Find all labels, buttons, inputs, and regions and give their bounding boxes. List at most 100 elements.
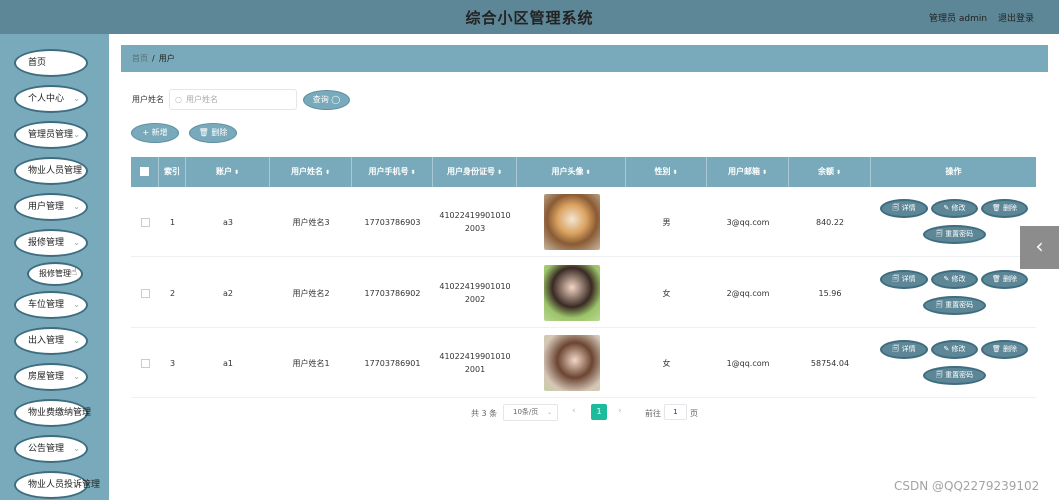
- sidebar-item-9[interactable]: 物业费缴纳管理: [14, 399, 92, 427]
- cell-name-text: 用户姓名2: [292, 288, 330, 298]
- search-icon: ○: [175, 95, 182, 104]
- sidebar-item-3[interactable]: 物业人员管理: [14, 157, 88, 185]
- sidebar-item-label: 车位管理: [28, 300, 65, 310]
- table-row: 3 a1 用户姓名1 17703786901 410224199010102001 女 1@…: [131, 328, 1036, 398]
- column-header-index: 索引: [159, 157, 186, 187]
- select-all-checkbox[interactable]: [140, 167, 149, 176]
- sidebar-item-6[interactable]: 车位管理 ⌄: [14, 291, 88, 319]
- edit-button[interactable]: ✎ 修改: [931, 270, 978, 289]
- delete-button[interactable]: 🗑 删除: [981, 340, 1028, 359]
- sidebar-item-2[interactable]: 管理员管理 ⌄: [14, 121, 88, 149]
- column-header-actions: 操作: [945, 167, 962, 176]
- sidebar-item-0[interactable]: 首页: [14, 49, 88, 77]
- cell-account-text: a2: [223, 288, 233, 298]
- detail-button[interactable]: 🗐 详情: [880, 270, 928, 289]
- detail-button[interactable]: 🗐 详情: [880, 340, 928, 359]
- cell-phone: 17703786903: [352, 187, 433, 257]
- cell-checkbox: [131, 328, 159, 398]
- column-header-idcard[interactable]: 用户身份证号 ⬍: [433, 157, 517, 187]
- cell-phone: 17703786901: [352, 328, 433, 398]
- sort-icon: ⬍: [835, 169, 842, 176]
- row-checkbox[interactable]: [140, 288, 150, 298]
- column-header-gender[interactable]: 性别 ⬍: [626, 157, 707, 187]
- sidebar-item-label: 出入管理: [28, 336, 65, 346]
- cell-gender: 女: [626, 258, 707, 328]
- current-user-label: 管理员 admin: [929, 14, 988, 24]
- side-collapse-tab[interactable]: ‹: [1020, 226, 1059, 269]
- page-size-select[interactable]: 10条/页 ⌄: [503, 404, 558, 421]
- sidebar-item-label: 物业人员管理: [28, 166, 83, 176]
- sidebar-item-7[interactable]: 出入管理 ⌄: [14, 327, 88, 355]
- column-header-balance[interactable]: 余额 ⬍: [789, 157, 871, 187]
- sidebar-item-11[interactable]: 物业人员投诉管理: [14, 471, 100, 499]
- cell-email: 3@qq.com: [707, 187, 789, 257]
- cell-email-text: 3@qq.com: [726, 217, 770, 227]
- sort-icon: ⬍: [410, 169, 416, 176]
- sort-icon: ⬍: [496, 169, 503, 176]
- edit-button[interactable]: ✎ 修改: [931, 199, 978, 218]
- cell-balance-text: 840.22: [816, 217, 844, 227]
- column-header-account[interactable]: 账户 ⬍: [186, 157, 270, 187]
- sidebar-item-4[interactable]: 用户管理 ⌄: [14, 193, 88, 221]
- shiba-dog-photo: [543, 194, 600, 250]
- sidebar-item-1[interactable]: 个人中心 ⌄: [14, 85, 88, 113]
- row-checkbox[interactable]: [140, 358, 150, 368]
- column-header-phone[interactable]: 用户手机号 ⬍: [352, 157, 433, 187]
- query-button[interactable]: 查询 ◯: [303, 90, 350, 110]
- cell-email: 2@qq.com: [707, 258, 789, 328]
- prev-page-button[interactable]: ‹: [572, 406, 576, 416]
- column-header-avatar[interactable]: 用户头像 ⬍: [517, 157, 626, 187]
- chevron-down-icon: ⌄: [73, 444, 80, 453]
- sidebar-item-label: 物业人员投诉管理: [28, 480, 101, 490]
- add-button[interactable]: + 新增: [131, 123, 179, 143]
- cell-index-text: 2: [169, 288, 176, 298]
- cell-index-text: 3: [169, 358, 176, 368]
- sort-icon: ⬍: [233, 169, 240, 176]
- edit-button[interactable]: ✎ 修改: [931, 340, 978, 359]
- row-checkbox[interactable]: [140, 217, 150, 227]
- cell-gender-text: 男: [662, 217, 671, 227]
- sidebar-item-8[interactable]: 房屋管理 ⌄: [14, 363, 88, 391]
- goto-page-suffix: 页: [690, 409, 698, 418]
- reset-password-button[interactable]: 🗐 重置密码: [923, 296, 986, 315]
- breadcrumb-home[interactable]: 首页: [132, 54, 148, 63]
- next-page-button[interactable]: ›: [618, 406, 622, 416]
- cell-email-text: 2@qq.com: [726, 288, 770, 298]
- reset-password-button[interactable]: 🗐 重置密码: [923, 225, 986, 244]
- sidebar-item-label: 物业费缴纳管理: [28, 408, 92, 418]
- column-header-email[interactable]: 用户邮箱 ⬍: [707, 157, 789, 187]
- sidebar-item-5[interactable]: 报修管理 ⌄: [14, 229, 88, 257]
- cell-actions: 🗐 详情 ✎ 修改 🗑 删除 🗐 重置密码: [872, 187, 1036, 257]
- cell-gender-text: 女: [662, 288, 671, 298]
- sidebar-item-label: 个人中心: [28, 94, 65, 104]
- page-number-current[interactable]: 1: [591, 404, 607, 420]
- query-search-icon: ◯: [331, 95, 341, 104]
- cell-name-text: 用户姓名1: [292, 358, 330, 368]
- delete-button[interactable]: 🗑 删除: [981, 270, 1028, 289]
- query-button-label: 查询: [312, 95, 332, 104]
- delete-button[interactable]: 🗑 删除: [981, 199, 1028, 218]
- search-input[interactable]: ○ 用户姓名: [169, 89, 297, 110]
- column-header-label: 用户身份证号: [446, 167, 495, 176]
- cell-gender-text: 女: [662, 358, 671, 368]
- cell-index: 2: [159, 258, 186, 328]
- logout-link[interactable]: 退出登录: [998, 11, 1034, 24]
- sort-icon: ⬍: [324, 169, 331, 176]
- sort-icon: ⬍: [585, 169, 591, 176]
- cell-account: a3: [186, 187, 270, 257]
- batch-delete-button[interactable]: 🗑 删除: [189, 123, 237, 143]
- chevron-down-icon: ⌄: [73, 130, 80, 139]
- detail-button[interactable]: 🗐 详情: [880, 199, 928, 218]
- sidebar-item-label: 房屋管理: [28, 372, 65, 382]
- column-header-name[interactable]: 用户姓名 ⬍: [270, 157, 352, 187]
- reset-password-button[interactable]: 🗐 重置密码: [923, 366, 986, 385]
- cell-name: 用户姓名3: [270, 187, 352, 257]
- sidebar-item-10[interactable]: 公告管理 ⌄: [14, 435, 88, 463]
- chevron-down-icon: ⌄: [73, 94, 80, 103]
- cell-balance-text: 15.96: [818, 288, 842, 298]
- chevron-down-icon: ⌄: [73, 300, 80, 309]
- cell-account: a2: [186, 258, 270, 328]
- cell-index: 3: [159, 328, 186, 398]
- goto-page-input[interactable]: 1: [664, 404, 687, 420]
- column-header-label: 用户头像: [551, 167, 584, 176]
